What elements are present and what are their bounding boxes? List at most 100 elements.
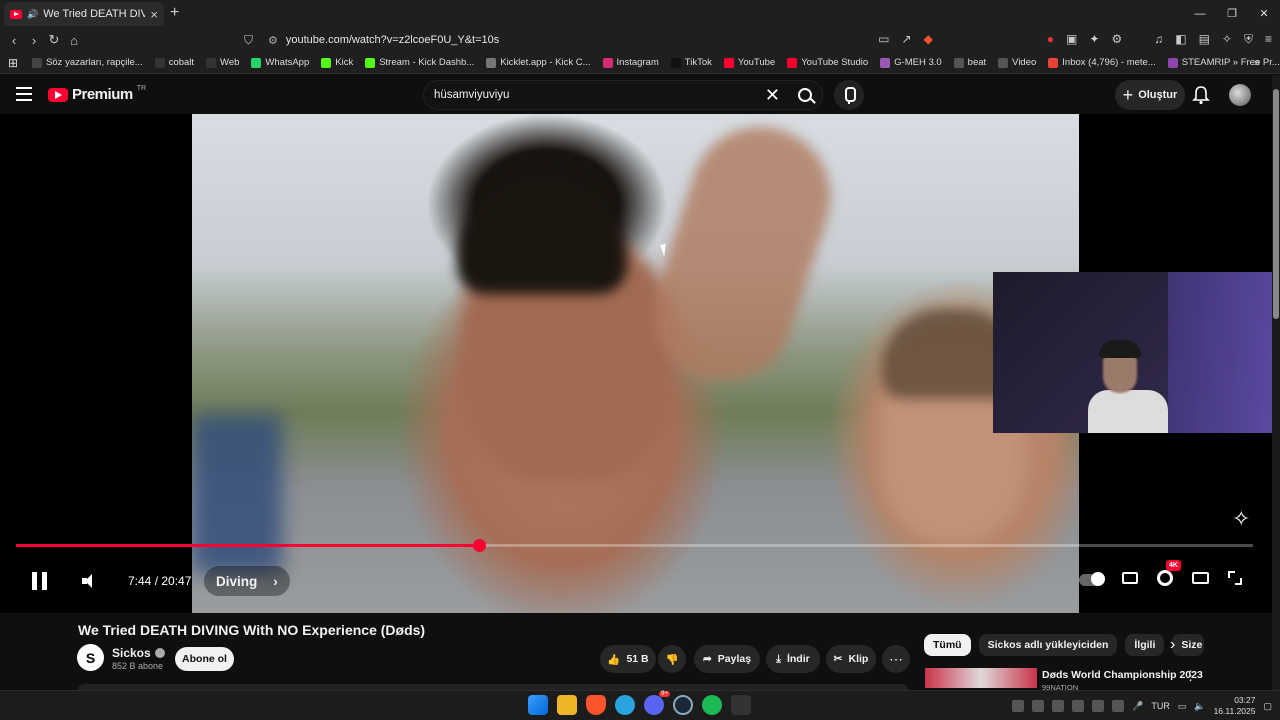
page-scrollbar[interactable] [1272,75,1280,690]
bookmark-item[interactable]: G-MEH 3.0 [874,57,948,68]
video-frame[interactable] [192,114,1079,613]
channel-avatar[interactable] [77,644,104,671]
system-clock[interactable]: 03:27 16.11.2025 [1214,695,1256,717]
pause-button[interactable] [32,572,48,590]
ai-icon[interactable]: ✧ [1222,32,1232,47]
bookmark-item[interactable]: Stream - Kick Dashb... [359,57,480,68]
brave-shield-icon[interactable]: ◆ [924,32,933,47]
subscribe-button[interactable]: Abone ol [175,647,234,671]
scrubber-handle[interactable] [473,539,486,552]
wallet-icon[interactable]: ▤ [1199,32,1210,47]
clear-search-icon[interactable]: ✕ [765,85,780,106]
tray-app-icon[interactable] [1092,700,1105,712]
like-button[interactable]: 👍 51 B [600,645,656,673]
scrollbar-thumb[interactable] [1273,89,1279,319]
bookmark-item[interactable]: beat [948,57,993,68]
close-window-button[interactable]: ✕ [1248,0,1280,28]
create-button[interactable]: + Oluştur [1115,80,1185,110]
bookmark-item[interactable]: YouTube Studio [781,57,874,68]
start-menu-icon[interactable] [528,695,548,715]
extensions-icon[interactable]: ✦ [1089,32,1099,47]
tray-app-icon[interactable] [1032,700,1045,712]
bookmark-item[interactable]: YouTube [718,57,781,68]
telegram-icon[interactable] [615,695,635,715]
speaker-tray-icon[interactable]: 🔈 [1194,701,1205,712]
search-box[interactable]: hüsamviyuviyu ✕ [423,80,823,110]
progress-bar[interactable] [16,539,1253,552]
tray-app-icon[interactable] [1012,700,1025,712]
tray-app-icon[interactable] [1052,700,1065,712]
channel-name[interactable]: Sickos [112,646,165,660]
bookmark-icon[interactable]: ⛉ [244,33,253,48]
settings-icon[interactable]: ⚙ [1111,32,1122,47]
vpn-icon[interactable]: ⛨ [1244,32,1253,47]
subtitles-icon[interactable] [1122,572,1138,584]
minimize-button[interactable]: — [1184,0,1216,28]
new-tab-button[interactable]: + [170,4,179,22]
recommendation-title[interactable]: Døds World Championship 2023 [1042,669,1203,681]
more-actions-button[interactable]: ⋯ [882,645,910,673]
forward-icon[interactable]: › [24,33,44,48]
browser-tab[interactable]: 🔊 We Tried DEATH DIVING With × [4,2,164,26]
chip-all[interactable]: Tümü [924,634,971,656]
chip-for-you[interactable]: Size [1172,634,1205,656]
brave-browser-icon[interactable] [586,695,606,715]
share-button[interactable]: ➦ Paylaş [694,645,760,673]
hamburger-menu-icon[interactable] [16,87,32,101]
chips-next-icon[interactable]: › [1170,636,1175,654]
site-info-icon[interactable]: ⚙ [268,34,278,47]
clip-button[interactable]: ✂ Klip [826,645,876,673]
recommendation-thumbnail[interactable] [925,668,1037,688]
download-button[interactable]: ⤓ İndir [766,645,820,673]
voice-search-icon[interactable] [834,80,864,110]
menu-icon[interactable]: ≡ [1265,32,1272,47]
network-icon[interactable]: ▭ [1178,701,1187,712]
volume-icon[interactable] [82,574,96,588]
bookmark-item[interactable]: Instagram [597,57,665,68]
bookmark-item[interactable]: Söz yazarları, rapçile... [26,57,149,68]
screenshot-icon[interactable]: ▣ [1066,32,1077,47]
bookmark-item[interactable]: WhatsApp [245,57,315,68]
dislike-button[interactable]: 👎 [658,645,686,673]
spotify-icon[interactable] [702,695,722,715]
youtube-logo[interactable]: Premium TR [48,85,146,103]
pen-tool-icon[interactable] [731,695,751,715]
music-icon[interactable]: ♫ [1154,32,1163,47]
autoplay-toggle[interactable] [1079,571,1105,586]
bookmark-item[interactable]: TikTok [665,57,718,68]
video-player[interactable]: ✧ 7:44 / 20:47 Diving › 4K [0,114,1272,613]
reload-icon[interactable]: ↻ [44,32,64,48]
notification-center-icon[interactable]: ▢ [1263,701,1272,712]
settings-gear-icon[interactable]: 4K [1157,560,1181,586]
bookmark-item[interactable]: cobalt [149,57,200,68]
close-tab-icon[interactable]: × [150,7,158,22]
home-icon[interactable]: ⌂ [64,33,84,48]
theater-mode-icon[interactable] [1192,572,1209,584]
tray-app-icon[interactable] [1072,700,1085,712]
tray-app-icon[interactable] [1112,700,1125,712]
fullscreen-icon[interactable] [1228,571,1242,585]
discord-icon[interactable]: 9+ [644,691,670,715]
apps-icon[interactable]: ⊞ [8,56,26,70]
steam-icon[interactable] [673,695,693,715]
cast-icon[interactable]: ▭ [878,32,889,47]
search-input[interactable]: hüsamviyuviyu [434,89,765,101]
recommendation-menu-icon[interactable]: ⋮ [1184,668,1197,684]
notifications-bell-icon[interactable] [1191,85,1211,105]
bookmark-item[interactable]: STEAMRIP » Free Pr... [1162,57,1280,68]
file-explorer-icon[interactable] [557,695,577,715]
bookmark-item[interactable]: Inbox (4,796) - mete... [1042,57,1161,68]
back-icon[interactable]: ‹ [4,33,24,48]
sidebar-icon[interactable]: ◧ [1175,32,1186,47]
more-bookmarks-icon[interactable]: » [1254,57,1260,69]
chapter-button[interactable]: Diving › [204,566,290,596]
search-icon[interactable] [798,88,812,102]
maximize-button[interactable]: ❐ [1216,0,1248,28]
chip-related[interactable]: İlgili [1125,634,1165,656]
bookmark-item[interactable]: Web [200,57,245,68]
bookmark-item[interactable]: Video [992,57,1042,68]
chip-from-uploader[interactable]: Sickos adlı yükleyiciden [978,634,1118,656]
record-icon[interactable]: ● [1047,32,1054,47]
share-icon[interactable]: ↗ [902,32,912,47]
bookmark-item[interactable]: Kicklet.app - Kick C... [480,57,596,68]
